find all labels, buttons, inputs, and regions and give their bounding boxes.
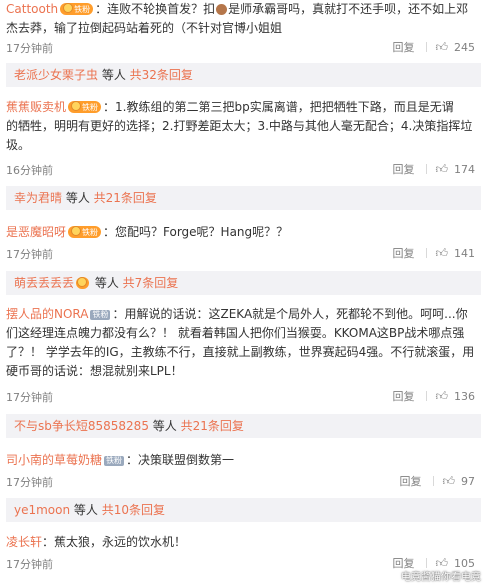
comment-actions: 回复 👍︎ 141 [392,245,475,261]
sub-replies-bar[interactable]: 老派少女栗子虫 等人 共32条回复 [6,63,481,87]
comment-username[interactable]: 蕉蕉贩卖机 [6,100,66,114]
fan-badge-icon: 铁粉 [104,456,125,466]
comment-text: 的牺牲，明明有更好的选择；2.打野差距太大；3.中路与其他人毫无配合；4.决策指… [6,119,473,133]
like-count: 141 [454,246,475,260]
sub-reply-count[interactable]: 共7条回复 [123,276,179,290]
comment-time: 17分钟前 [6,558,53,571]
comment-text: 们这经理连点魄力都没有么？！ 就看着韩国人把你们当猴耍。KKOMA这BP战术哪点… [6,326,465,340]
sub-reply-user[interactable]: 萌丢丢丢丢 [14,276,74,290]
reply-button[interactable]: 回复 [399,473,421,489]
thumbs-up-icon[interactable]: 👍︎ [442,474,455,489]
sub-reply-user[interactable]: ye1moon [14,503,70,517]
divider [426,42,428,52]
comment-text: ：决策联盟倒数第一 [126,453,235,467]
comment-actions: 回复 👍︎ 97 [399,473,475,489]
sub-replies-bar[interactable]: 不与sb争长短85858285 等人 共21条回复 [6,414,481,438]
comment-text: 是师承霸哥吗，真就打不还手呗，还不如上邓 [228,2,469,16]
divider [426,248,428,258]
sub-reply-count[interactable]: 共21条回复 [181,419,244,433]
comment-username[interactable]: 凌长轩 [6,535,42,549]
thumbs-up-icon[interactable]: 👍︎ [435,246,448,261]
watermark: 电竞酱猫你看电竞 [401,572,481,583]
sub-reply-user[interactable]: 老派少女栗子虫 [14,68,98,82]
fan-badge-icon: 铁粉 [60,3,94,15]
comment-time: 17分钟前 [6,42,53,55]
reply-button[interactable]: 回复 [392,245,414,261]
sub-replies-bar[interactable]: ye1moon 等人 共10条回复 [6,498,481,522]
comment-text: ：您配吗？Forge呢？Hang呢？？ [103,225,289,239]
like-count: 97 [461,474,475,488]
comment-username[interactable]: Cattooth [6,2,58,16]
sub-replies-bar[interactable]: 萌丢丢丢丢 等人 共7条回复 [6,271,481,295]
reply-button[interactable]: 回复 [392,388,414,404]
sub-reply-mid: 等人 [62,191,94,205]
sub-replies-bar[interactable]: 幸为君晴 等人 共21条回复 [6,186,481,210]
sub-reply-count[interactable]: 共21条回复 [94,191,157,205]
comment-time: 17分钟前 [6,248,53,261]
comment: 摆人品的NORA 铁粉 ：用解说的话说：这ZEKA就是个局外人，死都轮不到他。呵呵.… [0,305,487,381]
thumbs-up-icon[interactable]: 👍︎ [435,40,448,55]
comment-text: ：1.教练组的第二第三把bp实属离谱，把把牺牲下路，而且是无谓 [103,100,454,114]
thumbs-up-icon[interactable]: 👍︎ [435,389,448,404]
comment-actions: 回复 👍︎ 174 [392,161,475,177]
comment-username[interactable]: 司小南的草莓奶糖 [6,453,102,467]
divider [426,391,428,401]
comment-username[interactable]: 是恶魔昭呀 [6,225,66,239]
sub-reply-user[interactable]: 不与sb争长短85858285 [14,419,149,433]
comment-username[interactable]: 摆人品的NORA [6,307,88,321]
divider [426,164,428,174]
comment-actions: 回复 👍︎ 136 [392,388,475,404]
sub-reply-mid: 等人 [148,419,181,433]
comment-text: 硬币哥的话说：想混就别来LPL！ [6,364,183,378]
fan-badge-icon [76,277,90,289]
reply-button[interactable]: 回复 [392,39,414,55]
comment-text: ：用解说的话说：这ZEKA就是个局外人，死都轮不到他。呵呵...你 [112,307,468,321]
comment-text: ：蕉太狼，永远的饮水机！ [42,535,187,549]
comment-text: 杰去莽，输了拉倒起码站着死的（不针对官博小姐姐 [6,21,283,35]
thumbs-up-icon[interactable]: 👍︎ [435,162,448,177]
like-count: 136 [454,389,475,403]
comment: 司小南的草莓奶糖 铁粉 ：决策联盟倒数第一 [0,451,487,470]
fan-badge-icon: 铁粉 [90,310,111,320]
sub-reply-count[interactable]: 共10条回复 [102,503,165,517]
sub-reply-mid: 等人 [98,68,130,82]
reply-button[interactable]: 回复 [392,161,414,177]
sub-reply-user[interactable]: 幸为君晴 [14,191,62,205]
like-count: 174 [454,162,475,176]
comment: 凌长轩：蕉太狼，永远的饮水机！ [0,533,487,552]
comment: 是恶魔昭呀 铁粉 ：您配吗？Forge呢？Hang呢？？ [0,223,487,242]
comment-time: 17分钟前 [6,391,53,404]
divider [426,558,428,568]
divider [433,476,435,486]
comment: 蕉蕉贩卖机 铁粉 ：1.教练组的第二第三把bp实属离谱，把把牺牲下路，而且是无谓 的… [0,98,487,155]
comment-time: 17分钟前 [6,476,53,489]
sub-reply-mid: 等人 [91,276,123,290]
comment-actions: 回复 👍︎ 245 [392,39,475,55]
comment-text: 了？！ 学学去年的IG，主教练不行，直接就上副教练，世界赛起码4强。不行就滚蛋，… [6,345,475,359]
comment: Cattooth 铁粉 ：连败不轮换首发？扣 是师承霸哥吗，真就打不还手呗，还不如上邓… [0,0,487,38]
fan-badge-icon: 铁粉 [68,101,102,113]
comment-text: 圾。 [6,138,31,152]
avatar-icon [216,4,228,15]
sub-reply-mid: 等人 [70,503,102,517]
comment-text: ：连败不轮换首发？扣 [95,2,216,16]
fan-badge-icon: 铁粉 [68,226,102,238]
sub-reply-count[interactable]: 共32条回复 [130,68,193,82]
like-count: 245 [454,40,475,54]
comment-time: 16分钟前 [6,164,53,177]
